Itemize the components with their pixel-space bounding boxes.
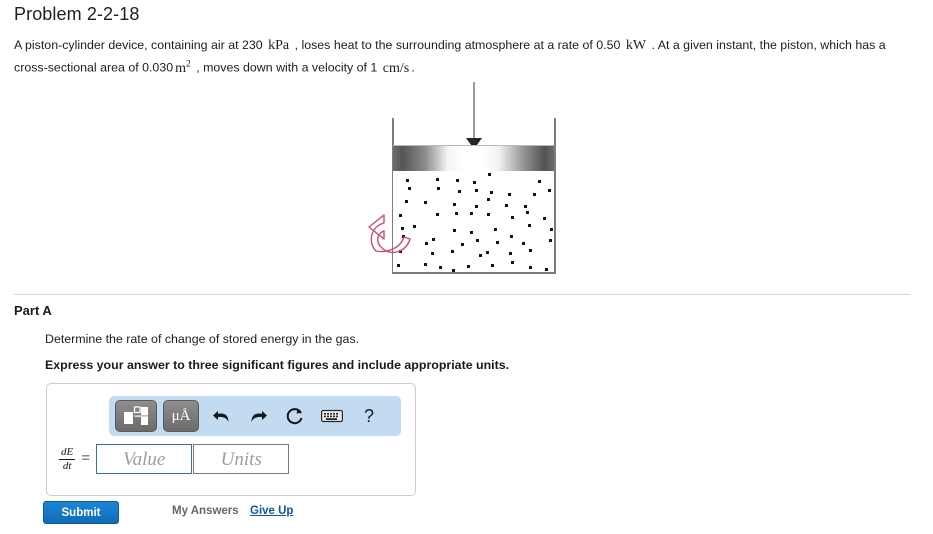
gas-molecule-dot — [524, 205, 528, 209]
equals-sign: = — [81, 450, 91, 467]
template-icon — [124, 406, 148, 425]
gas-molecule-dot — [487, 213, 491, 217]
gas-molecule-dot — [538, 180, 542, 184]
math-toolbar: μÅ ? — [109, 396, 401, 436]
gas-molecule-dot — [432, 237, 435, 241]
gas-molecule-dot — [470, 211, 474, 215]
template-button[interactable] — [115, 400, 157, 432]
reset-icon[interactable] — [280, 402, 310, 430]
gas-molecule-dot — [407, 187, 411, 191]
submit-button[interactable]: Submit — [43, 501, 119, 524]
undo-arrow-glyph — [212, 410, 228, 422]
keyboard-icon[interactable] — [317, 402, 347, 430]
gas-molecule-dot — [439, 265, 443, 269]
gas-molecule-dot — [423, 263, 427, 267]
gas-molecule-dot — [495, 240, 499, 244]
redo-arrow-glyph — [251, 410, 267, 422]
help-icon[interactable]: ? — [354, 402, 384, 430]
gas-molecule-dot — [510, 215, 514, 219]
statement-segment-1: A piston-cylinder device, containing air… — [14, 38, 263, 52]
gas-molecule-dot — [485, 250, 489, 254]
answer-panel: μÅ ? dE dt = Value Units — [46, 383, 416, 496]
statement-segment-2: , loses heat to the surrounding atmosphe… — [294, 38, 621, 52]
gas-molecule-dot — [466, 264, 470, 268]
gas-molecule-dot — [458, 189, 462, 193]
gas-molecule-dot — [486, 198, 490, 202]
undo-icon[interactable] — [206, 402, 236, 430]
variable-fraction: dE dt — [59, 445, 76, 472]
unit-m2-exponent: 2 — [186, 59, 191, 69]
fraction-numerator: dE — [61, 445, 74, 458]
gas-molecule-dot — [406, 178, 410, 182]
gas-molecule-dot — [460, 242, 464, 246]
gas-molecule-dot — [435, 212, 439, 216]
gas-molecule-dot — [510, 235, 514, 239]
unit-cm-per-s: cm/s — [382, 60, 410, 76]
gas-molecule-dot — [532, 192, 536, 196]
gas-molecule-dot — [479, 254, 483, 258]
gas-molecule-dot — [528, 223, 532, 227]
gas-molecule-dot — [504, 203, 508, 207]
page-title: Problem 2-2-18 — [14, 4, 140, 24]
gas-molecule-dot — [526, 210, 529, 214]
heat-loss-arrow — [368, 214, 411, 254]
gas-molecule-dot — [469, 230, 473, 234]
gas-molecule-dot — [474, 204, 478, 208]
gas-molecule-dot — [436, 177, 439, 181]
gas-molecule-dot — [508, 252, 512, 255]
gas-molecule-dot — [491, 264, 495, 268]
gas-molecule-dot — [549, 227, 553, 231]
units-button[interactable]: μÅ — [163, 400, 199, 432]
gas-molecule-dot — [456, 178, 459, 182]
gas-molecule-dot — [511, 260, 514, 264]
gas-molecule-dot — [436, 187, 440, 191]
units-input[interactable]: Units — [193, 444, 290, 474]
redo-icon[interactable] — [243, 402, 273, 430]
answer-entry-row: dE dt = Value Units — [59, 444, 290, 474]
cylinder-wall-right — [554, 118, 556, 274]
statement-segment-4: , moves down with a velocity of 1 — [196, 60, 378, 75]
my-answers-link[interactable]: My Answers — [172, 505, 239, 517]
gas-molecule-dot — [452, 229, 456, 233]
fraction-denominator: dt — [62, 459, 72, 472]
keyboard-glyph — [321, 409, 343, 423]
gas-molecule-dot — [494, 228, 498, 232]
gas-molecule-dot — [547, 188, 551, 192]
section-divider — [14, 294, 910, 295]
unit-kw: kW — [625, 38, 647, 53]
gas-molecule-dot — [507, 193, 511, 196]
gas-molecule-dot — [488, 173, 491, 177]
unit-kpa: kPa — [268, 38, 290, 53]
gas-molecule-dot — [548, 238, 552, 242]
gas-molecule-dot — [452, 268, 456, 272]
gas-molecule-dot — [529, 248, 532, 252]
gas-molecule-dot — [452, 202, 456, 206]
reset-circular-arrow-glyph — [286, 408, 303, 425]
cylinder-bottom — [392, 272, 556, 274]
part-label: Part A — [14, 303, 52, 318]
gas-molecule-dot — [490, 191, 494, 195]
unit-m2: m2 — [173, 59, 193, 76]
gas-molecule-dot — [543, 216, 547, 220]
gas-molecule-dot — [545, 267, 549, 271]
give-up-link[interactable]: Give Up — [250, 505, 293, 517]
gas-molecule-dot — [475, 189, 479, 193]
question-text: Determine the rate of change of stored e… — [45, 332, 360, 346]
problem-statement: A piston-cylinder device, containing air… — [14, 36, 894, 78]
gas-molecule-dot — [431, 252, 435, 256]
emphasis-instruction: Express your answer to three significant… — [45, 358, 510, 372]
gas-molecule-dot — [473, 180, 477, 184]
gas-molecule-dot — [454, 212, 458, 215]
gas-molecule-dot — [476, 239, 480, 243]
statement-segment-5: . — [411, 60, 415, 75]
value-input[interactable]: Value — [96, 444, 193, 474]
gas-molecule-dot — [522, 242, 526, 246]
piston-band — [393, 145, 554, 172]
downward-force-arrow-stem — [473, 82, 475, 140]
unit-m2-base: m — [175, 60, 186, 76]
problem-page: Problem 2-2-18 A piston-cylinder device,… — [0, 0, 933, 534]
gas-molecule-dot — [528, 266, 532, 269]
gas-molecule-dot — [397, 264, 401, 267]
gas-molecule-dot — [450, 249, 454, 253]
